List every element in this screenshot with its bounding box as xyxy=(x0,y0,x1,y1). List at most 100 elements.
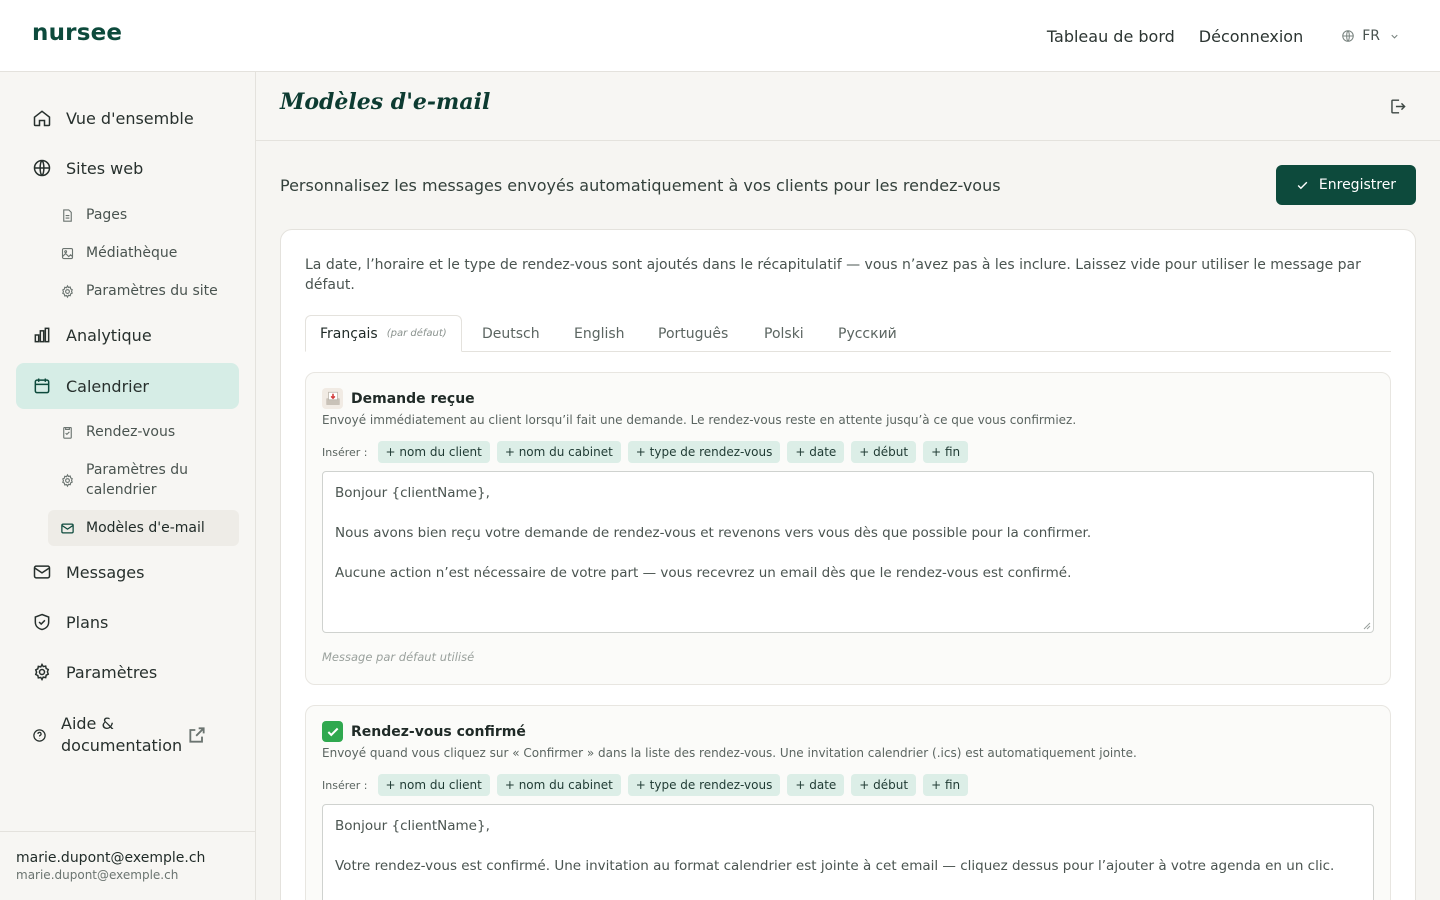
template-body-textarea[interactable]: Bonjour {clientName}, Nous avons bien re… xyxy=(322,471,1374,633)
tab-russian[interactable]: Русский xyxy=(838,315,897,352)
tab-francais[interactable]: Français (par défaut) xyxy=(305,315,462,352)
chevron-down-icon xyxy=(1391,34,1398,39)
sidebar-item-label: Médiathèque xyxy=(86,245,178,261)
language-label: FR xyxy=(1362,28,1380,44)
resize-handle-icon[interactable] xyxy=(1363,622,1371,630)
inbox-tray-icon xyxy=(322,388,343,409)
bar-chart-icon xyxy=(34,327,50,343)
sidebar-item-label: Analytique xyxy=(66,325,152,345)
sidebar-item-pages[interactable]: Pages xyxy=(48,196,239,234)
shield-check-icon xyxy=(34,613,50,631)
sidebar-item-overview[interactable]: Vue d'ensemble xyxy=(16,95,239,141)
template-description: Envoyé quand vous cliquez sur « Confirme… xyxy=(322,746,1137,760)
home-icon xyxy=(33,110,51,127)
body-line: Bonjour {clientName}, xyxy=(335,818,490,834)
sidebar-item-calendar-settings[interactable]: Paramètres du calendrier xyxy=(48,457,239,503)
template-title: Demande reçue xyxy=(351,390,475,407)
mail-icon xyxy=(33,565,51,579)
insert-start-chip[interactable]: + début xyxy=(851,441,917,463)
templates-card: La date, l’horaire et le type de rendez-… xyxy=(280,229,1416,900)
body-line: Votre rendez-vous est confirmé. Une invi… xyxy=(335,858,1335,874)
sidebar-item-help[interactable]: Aide & documentation xyxy=(16,711,239,759)
insert-client-name-chip[interactable]: + nom du client xyxy=(377,441,490,463)
tab-english[interactable]: English xyxy=(574,315,625,352)
tab-polski[interactable]: Polski xyxy=(764,315,804,352)
sidebar-item-settings[interactable]: Paramètres xyxy=(16,649,239,695)
check-mark-icon xyxy=(322,721,343,742)
insert-variables: Insérer : + nom du client + nom du cabin… xyxy=(322,441,975,463)
user-email: marie.dupont@exemple.ch xyxy=(16,868,179,882)
globe-icon xyxy=(1342,30,1354,42)
sidebar: Vue d'ensemble Sites web Pages Médiathèq… xyxy=(0,72,256,900)
insert-client-name-chip[interactable]: + nom du client xyxy=(377,774,490,796)
sidebar-item-plans[interactable]: Plans xyxy=(16,599,239,645)
template-description: Envoyé immédiatement au client lorsqu’il… xyxy=(322,413,1077,427)
tab-deutsch[interactable]: Deutsch xyxy=(482,315,540,352)
default-message-note: Message par défaut utilisé xyxy=(322,650,475,664)
help-circle-icon xyxy=(33,728,46,742)
gear-icon xyxy=(62,284,73,298)
sidebar-item-messages[interactable]: Messages xyxy=(16,549,239,595)
template-title: Rendez-vous confirmé xyxy=(351,723,526,740)
page-title: Modèles d'e-mail xyxy=(280,89,491,115)
sidebar-item-label: Paramètres du calendrier xyxy=(86,462,189,498)
default-badge: (par défaut) xyxy=(386,328,447,339)
sidebar-item-label: Paramètres xyxy=(66,662,158,682)
sidebar-item-label: Paramètres du site xyxy=(86,283,218,299)
sidebar-item-label: Vue d'ensemble xyxy=(66,108,194,128)
user-account[interactable]: marie.dupont@exemple.ch marie.dupont@exe… xyxy=(0,831,255,900)
top-nav: Tableau de bord Déconnexion FR xyxy=(1047,0,1400,72)
sidebar-item-label: Rendez-vous xyxy=(86,424,176,440)
sidebar-item-label: Sites web xyxy=(66,158,144,178)
body-line: Aucune action n’est nécessaire de votre … xyxy=(335,565,1072,581)
sidebar-item-label: Plans xyxy=(66,612,109,632)
page-icon xyxy=(63,208,72,222)
insert-appointment-type-chip[interactable]: + type de rendez-vous xyxy=(627,774,781,796)
image-icon xyxy=(61,247,74,259)
brand-logo[interactable]: nursee xyxy=(32,20,122,46)
gear-icon xyxy=(34,662,50,682)
insert-end-chip[interactable]: + fin xyxy=(923,774,969,796)
insert-cabinet-name-chip[interactable]: + nom du cabinet xyxy=(496,441,621,463)
template-body-textarea[interactable]: Bonjour {clientName}, Votre rendez-vous … xyxy=(322,804,1374,900)
template-header: Rendez-vous confirmé xyxy=(322,721,526,742)
template-appointment-confirmed: Rendez-vous confirmé Envoyé quand vous c… xyxy=(305,705,1391,900)
language-tabs: Français (par défaut) Deutsch English Po… xyxy=(305,315,1391,352)
body-line: Bonjour {clientName}, xyxy=(335,485,490,501)
insert-date-chip[interactable]: + date xyxy=(787,774,845,796)
sidebar-item-websites[interactable]: Sites web xyxy=(16,145,239,191)
insert-label: Insérer : xyxy=(322,778,368,792)
template-header: Demande reçue xyxy=(322,388,475,409)
sidebar-item-calendar[interactable]: Calendrier xyxy=(16,363,239,409)
external-link-icon xyxy=(189,727,205,743)
save-button-label: Enregistrer xyxy=(1318,177,1397,193)
language-selector[interactable]: FR xyxy=(1341,28,1400,44)
sidebar-item-media[interactable]: Médiathèque xyxy=(48,234,239,272)
insert-date-chip[interactable]: + date xyxy=(787,441,845,463)
calendar-icon xyxy=(34,378,50,394)
sidebar-item-site-settings[interactable]: Paramètres du site xyxy=(48,272,239,310)
insert-start-chip[interactable]: + début xyxy=(851,774,917,796)
sidebar-item-label: Calendrier xyxy=(66,376,150,396)
logout-icon[interactable] xyxy=(1388,97,1407,116)
gear-icon xyxy=(62,473,73,487)
insert-variables: Insérer : + nom du client + nom du cabin… xyxy=(322,774,975,796)
logout-link[interactable]: Déconnexion xyxy=(1199,27,1303,46)
tab-label: Français xyxy=(320,325,378,342)
sidebar-item-label: Pages xyxy=(86,207,128,223)
save-button[interactable]: Enregistrer xyxy=(1276,165,1416,205)
mail-icon xyxy=(61,523,74,533)
dashboard-link[interactable]: Tableau de bord xyxy=(1047,27,1175,46)
sidebar-item-email-templates[interactable]: Modèles d'e-mail xyxy=(48,510,239,546)
tab-portugues[interactable]: Português xyxy=(658,315,728,352)
sidebar-item-label: Aide & documentation xyxy=(61,714,183,755)
sidebar-item-appointments[interactable]: Rendez-vous xyxy=(48,413,239,451)
template-request-received: Demande reçue Envoyé immédiatement au cl… xyxy=(305,372,1391,685)
insert-appointment-type-chip[interactable]: + type de rendez-vous xyxy=(627,441,781,463)
sidebar-item-analytics[interactable]: Analytique xyxy=(16,312,239,358)
body-line: Nous avons bien reçu votre demande de re… xyxy=(335,525,1092,541)
insert-cabinet-name-chip[interactable]: + nom du cabinet xyxy=(496,774,621,796)
top-bar: nursee Tableau de bord Déconnexion FR xyxy=(0,0,1440,72)
sidebar-item-label: Modèles d'e-mail xyxy=(86,520,205,536)
insert-end-chip[interactable]: + fin xyxy=(923,441,969,463)
